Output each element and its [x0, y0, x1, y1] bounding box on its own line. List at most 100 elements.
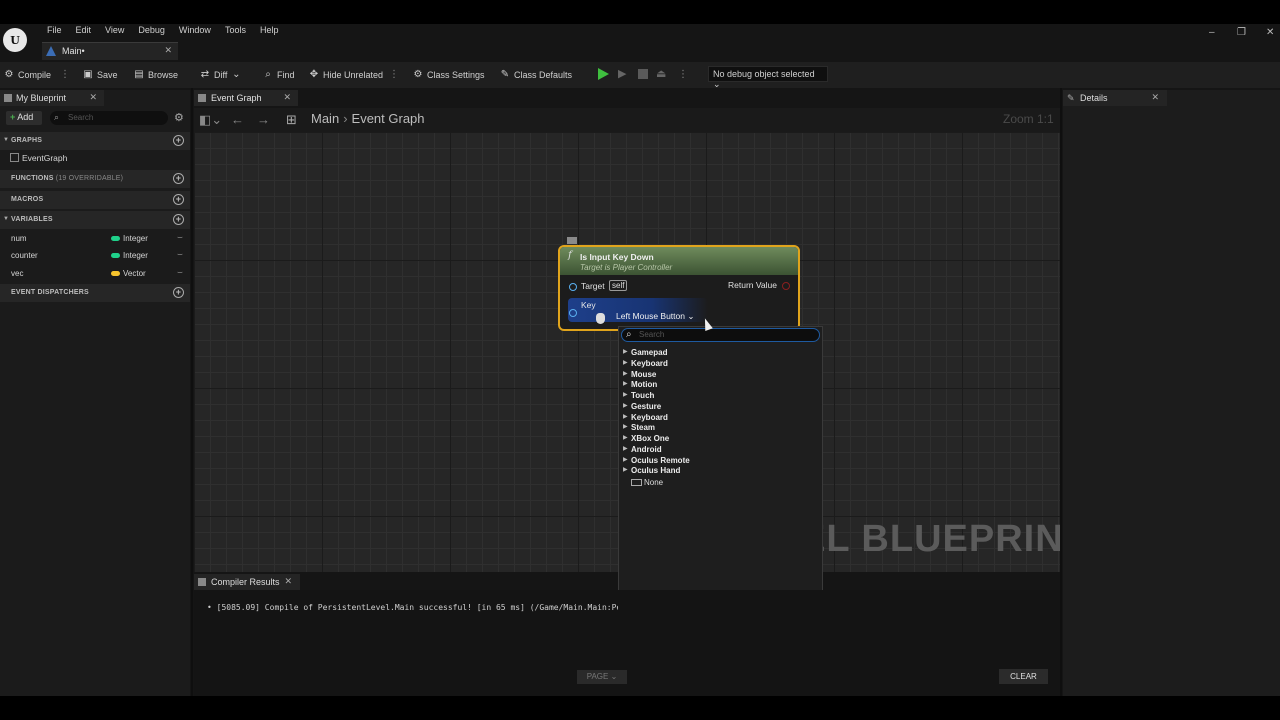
stop-icon[interactable]: [638, 69, 648, 79]
clear-button[interactable]: CLEAR: [999, 669, 1048, 684]
document-tab-main[interactable]: Main• ✕: [42, 42, 178, 60]
add-macro-icon[interactable]: +: [173, 194, 184, 205]
add-function-icon[interactable]: +: [173, 173, 184, 184]
eye-icon[interactable]: ⌣: [177, 249, 183, 260]
key-category-item[interactable]: ▶ Motion: [622, 379, 817, 390]
section-graphs[interactable]: ▼ GRAPHS +: [0, 132, 190, 150]
back-arrow-icon[interactable]: ←: [231, 112, 244, 127]
add-button[interactable]: + Add: [6, 111, 42, 125]
key-pin-label: Key: [581, 300, 596, 310]
key-category-item[interactable]: ▶ Touch: [622, 390, 817, 401]
close-icon[interactable]: ✕: [164, 45, 172, 56]
debug-object-label: No debug object selected: [713, 69, 815, 79]
key-category-item[interactable]: ▶ Android: [622, 444, 817, 455]
menu-file[interactable]: File: [40, 24, 69, 38]
menu-window[interactable]: Window: [172, 24, 218, 38]
save-button[interactable]: ▣ Save: [83, 68, 117, 82]
section-graphs-label: GRAPHS: [11, 137, 43, 144]
menu-view[interactable]: View: [98, 24, 131, 38]
blueprint-search-input[interactable]: ⌕ Search: [50, 111, 168, 125]
graph-hierarchy-icon[interactable]: ⊞: [286, 112, 297, 128]
add-event-dispatcher-icon[interactable]: +: [173, 287, 184, 298]
gear-icon[interactable]: ⚙: [174, 111, 184, 124]
graph-item-eventgraph[interactable]: EventGraph: [10, 153, 67, 163]
debug-object-select[interactable]: No debug object selected ⌄: [708, 66, 828, 89]
panel-divider[interactable]: [191, 88, 193, 696]
forward-arrow-icon[interactable]: →: [257, 112, 270, 127]
target-default-value: self: [609, 280, 628, 291]
more-options-icon[interactable]: ⋮: [60, 69, 70, 81]
eye-icon[interactable]: ⌣: [177, 267, 183, 278]
variable-type-pill: [111, 271, 120, 276]
unreal-logo-icon[interactable]: U: [3, 28, 27, 52]
section-macros[interactable]: MACROS +: [0, 191, 190, 209]
find-button[interactable]: ⌕ Find: [263, 68, 294, 82]
variable-type-pill: [111, 253, 120, 258]
key-category-item[interactable]: ▶ Oculus Hand: [622, 465, 817, 476]
key-category-item[interactable]: ▶ Gamepad: [622, 347, 817, 358]
key-category-item[interactable]: ▶ Keyboard: [622, 358, 817, 369]
close-icon[interactable]: ✕: [89, 92, 97, 103]
add-graph-icon[interactable]: +: [173, 135, 184, 146]
variable-row[interactable]: counter Integer ⌣: [0, 248, 190, 264]
add-variable-icon[interactable]: +: [173, 214, 184, 225]
add-label: Add: [17, 112, 34, 122]
more-options-icon[interactable]: ⋮: [389, 69, 399, 81]
close-icon[interactable]: ✕: [283, 92, 291, 103]
key-category-item[interactable]: ▶ Mouse: [622, 369, 817, 380]
key-category-label: Touch: [631, 391, 655, 400]
key-search-input[interactable]: ⌕ Search: [621, 328, 820, 342]
key-category-item[interactable]: ▶ XBox One: [622, 433, 817, 444]
menu-help[interactable]: Help: [253, 24, 286, 38]
is-input-key-down-node[interactable]: f Is Input Key Down Target is Player Con…: [558, 245, 800, 331]
return-value-pin-icon[interactable]: [782, 282, 790, 290]
expand-arrow-icon: ▶: [623, 413, 628, 420]
key-option-none[interactable]: None: [622, 476, 817, 490]
diff-button[interactable]: ⇄ Diff ⌄: [200, 68, 241, 82]
expand-arrow-icon: ▶: [623, 456, 628, 463]
key-category-label: Motion: [631, 380, 658, 390]
class-settings-button[interactable]: ⚙ Class Settings: [413, 68, 485, 82]
section-functions[interactable]: FUNCTIONS (19 OVERRIDABLE) +: [0, 170, 190, 188]
play-icon[interactable]: [598, 68, 609, 80]
my-blueprint-tab[interactable]: My Blueprint ✕: [0, 90, 104, 106]
restore-button[interactable]: ❐: [1237, 27, 1246, 38]
compile-button[interactable]: ⚙ Compile: [4, 68, 52, 82]
close-icon[interactable]: ✕: [1151, 92, 1159, 103]
details-tab[interactable]: ✎ Details ✕: [1063, 90, 1167, 106]
browse-button[interactable]: ▤ Browse: [134, 68, 178, 82]
close-window-button[interactable]: ✕: [1266, 27, 1274, 38]
section-variables[interactable]: ▼ VARIABLES +: [0, 211, 190, 229]
target-pin-icon[interactable]: [569, 283, 577, 291]
section-event-dispatchers[interactable]: EVENT DISPATCHERS +: [0, 284, 190, 302]
event-graph-tab[interactable]: Event Graph ✕: [194, 90, 298, 106]
class-defaults-button[interactable]: ✎ Class Defaults: [500, 68, 572, 82]
panel-divider[interactable]: [1060, 88, 1062, 696]
eject-icon[interactable]: ⏏: [656, 68, 668, 80]
eye-icon[interactable]: ⌣: [177, 232, 183, 243]
page-button[interactable]: PAGE ⌄: [577, 670, 627, 684]
compiler-results-tab[interactable]: Compiler Results ✕: [194, 574, 300, 590]
variable-name: vec: [11, 269, 24, 278]
menu-debug[interactable]: Debug: [131, 24, 172, 38]
breadcrumb-root[interactable]: Main: [311, 111, 339, 126]
key-category-item[interactable]: ▶ Steam: [622, 422, 817, 433]
step-icon[interactable]: ▶: [618, 68, 630, 80]
minimize-button[interactable]: –: [1209, 27, 1215, 38]
variable-row[interactable]: vec Vector ⌣: [0, 266, 190, 282]
close-icon[interactable]: ✕: [284, 576, 292, 587]
key-pin-icon[interactable]: [569, 309, 577, 317]
menu-tools[interactable]: Tools: [218, 24, 253, 38]
bookmark-icon[interactable]: ◧⌄: [199, 112, 222, 128]
key-category-item[interactable]: ▶ Gesture: [622, 401, 817, 412]
hide-unrelated-button[interactable]: ✥ Hide Unrelated: [309, 68, 383, 82]
key-select[interactable]: Left Mouse Button ⌄: [616, 311, 695, 322]
details-panel: [1063, 90, 1280, 696]
key-category-item[interactable]: ▶ Oculus Remote: [622, 455, 817, 466]
chevron-down-icon: ⌄: [232, 69, 241, 80]
more-options-icon[interactable]: ⋮: [678, 69, 688, 81]
menu-edit[interactable]: Edit: [69, 24, 99, 38]
key-category-item[interactable]: ▶ Keyboard: [622, 412, 817, 423]
variable-row[interactable]: num Integer ⌣: [0, 231, 190, 247]
breadcrumb-leaf[interactable]: Event Graph: [352, 111, 425, 126]
